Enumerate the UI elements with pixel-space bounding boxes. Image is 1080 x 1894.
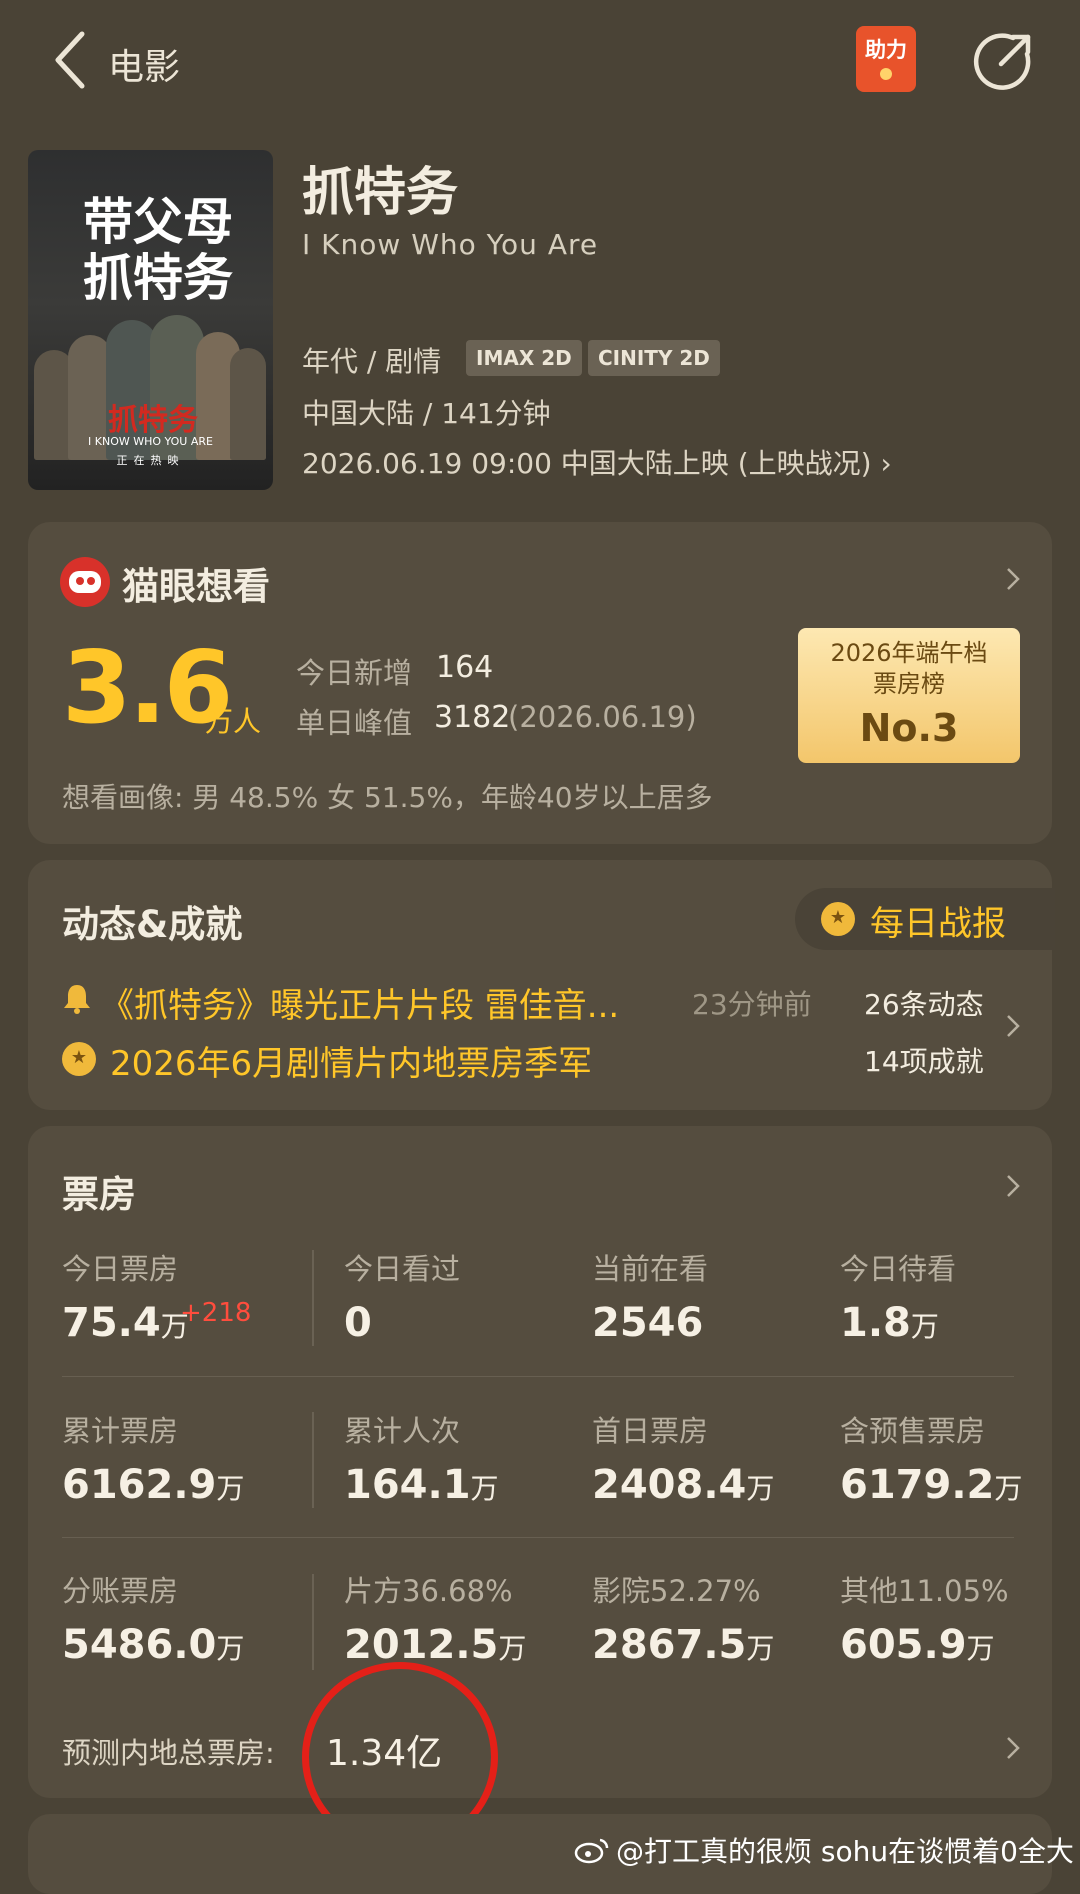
today-box-office-value: 75.4万: [62, 1300, 189, 1346]
bell-icon: [64, 985, 90, 1014]
other-share-value: 605.9万: [840, 1622, 995, 1668]
forecast-label: 预测内地总票房:: [62, 1736, 275, 1770]
today-box-office-increase: +218: [180, 1298, 252, 1328]
first-day-box-office-value: 2408.4万: [592, 1462, 775, 1508]
poster-logo: 抓特务: [108, 403, 198, 438]
total-admissions-value: 164.1万: [344, 1462, 499, 1508]
peak-date: (2026.06.19): [508, 700, 697, 734]
peak-label: 单日峰值: [296, 706, 413, 740]
chevron-right-icon: ›: [880, 447, 892, 480]
help-badge-button[interactable]: 助力: [856, 26, 916, 92]
chevron-right-icon[interactable]: [1006, 1014, 1020, 1038]
divider: [312, 1412, 322, 1508]
split-box-office-label: 分账票房: [62, 1574, 179, 1608]
with-presale-label: 含预售票房: [840, 1414, 986, 1448]
weibo-logo-icon: [574, 1838, 609, 1864]
holiday-rank-badge[interactable]: 2026年端午档 票房榜 No.3: [798, 628, 1020, 763]
total-admissions-label: 累计人次: [344, 1414, 461, 1448]
poster-english: I KNOW WHO YOU ARE: [88, 435, 213, 448]
want-to-see-unit: 万人: [205, 705, 262, 738]
format-tag-cinity: CINITY 2D: [588, 340, 720, 376]
rank-badge-line2: 票房榜: [873, 670, 945, 698]
today-new-label: 今日新增: [296, 656, 413, 690]
news-headline[interactable]: 《抓特务》曝光正片片段 雷佳音...: [100, 978, 619, 1027]
divider: [312, 1250, 322, 1346]
back-arrow-icon[interactable]: [52, 30, 88, 90]
share-icon[interactable]: [973, 30, 1035, 92]
dynamics-title: 动态&成就: [62, 903, 243, 946]
achievement-medal-icon: ★: [62, 1042, 96, 1076]
achievement-count: 14项成就: [864, 1045, 984, 1078]
movie-release: 2026.06.19 09:00 中国大陆上映 (上映战况): [302, 447, 872, 480]
audience-portrait: 想看画像: 男 48.5% 女 51.5%，年龄40岁以上居多: [62, 781, 713, 814]
box-office-title: 票房: [62, 1173, 136, 1216]
today-watched-value: 0: [344, 1300, 372, 1346]
divider: [62, 1537, 1014, 1538]
coin-icon: [880, 68, 892, 80]
poster-title: 带父母抓特务: [83, 193, 233, 307]
cinema-share-label: 影院52.27%: [592, 1574, 761, 1608]
today-new-value: 164: [436, 650, 494, 685]
movie-release-link[interactable]: 2026.06.19 09:00 中国大陆上映 (上映战况) ›: [302, 442, 892, 482]
now-watching-value: 2546: [592, 1300, 704, 1346]
today-to-watch-label: 今日待看: [840, 1252, 957, 1286]
total-box-office-value: 6162.9万: [62, 1462, 245, 1508]
producer-share-value: 2012.5万: [344, 1622, 527, 1668]
other-share-label: 其他11.05%: [840, 1574, 1009, 1608]
page-title: 电影: [108, 47, 181, 88]
poster-now-showing: 正在热映: [116, 454, 185, 467]
split-box-office-value: 5486.0万: [62, 1622, 245, 1668]
total-box-office-label: 累计票房: [62, 1414, 179, 1448]
news-time: 23分钟前: [692, 988, 812, 1021]
producer-share-label: 片方36.68%: [344, 1574, 513, 1608]
watermark: @打工真的很烦 sohu在谈惯着0全大: [616, 1835, 1074, 1868]
want-to-see-title: 猫眼想看: [122, 565, 270, 608]
first-day-box-office-label: 首日票房: [592, 1414, 709, 1448]
today-to-watch-value: 1.8万: [840, 1300, 939, 1346]
achievement-text[interactable]: 2026年6月剧情片内地票房季军: [110, 1036, 592, 1085]
movie-genre: 年代 / 剧情: [302, 345, 442, 378]
movie-poster[interactable]: 带父母抓特务 抓特务 I KNOW WHO YOU ARE 正在热映: [28, 150, 273, 490]
medal-icon: ★: [821, 902, 855, 936]
with-presale-value: 6179.2万: [840, 1462, 1023, 1508]
divider: [312, 1574, 322, 1670]
rank-badge-number: No.3: [859, 706, 959, 750]
movie-title: 抓特务: [302, 163, 459, 223]
rank-badge-line1: 2026年端午档: [830, 639, 988, 667]
today-box-office-label: 今日票房: [62, 1252, 179, 1286]
peak-value: 3182: [434, 700, 511, 735]
daily-report-label: 每日战报: [870, 904, 1006, 944]
news-count: 26条动态: [864, 988, 984, 1021]
today-watched-label: 今日看过: [344, 1252, 461, 1286]
divider: [62, 1376, 1014, 1377]
cinema-share-value: 2867.5万: [592, 1622, 775, 1668]
help-badge-label: 助力: [865, 38, 907, 62]
chevron-right-icon[interactable]: [1006, 1174, 1020, 1198]
maoyan-cat-icon: [60, 557, 110, 607]
now-watching-label: 当前在看: [592, 1252, 709, 1286]
format-tag-imax: IMAX 2D: [466, 340, 582, 376]
chevron-right-icon[interactable]: [1006, 1736, 1020, 1760]
movie-region-duration: 中国大陆 / 141分钟: [302, 397, 551, 430]
chevron-right-icon[interactable]: [1006, 567, 1020, 591]
movie-english-title: I Know Who You Are: [302, 228, 599, 261]
